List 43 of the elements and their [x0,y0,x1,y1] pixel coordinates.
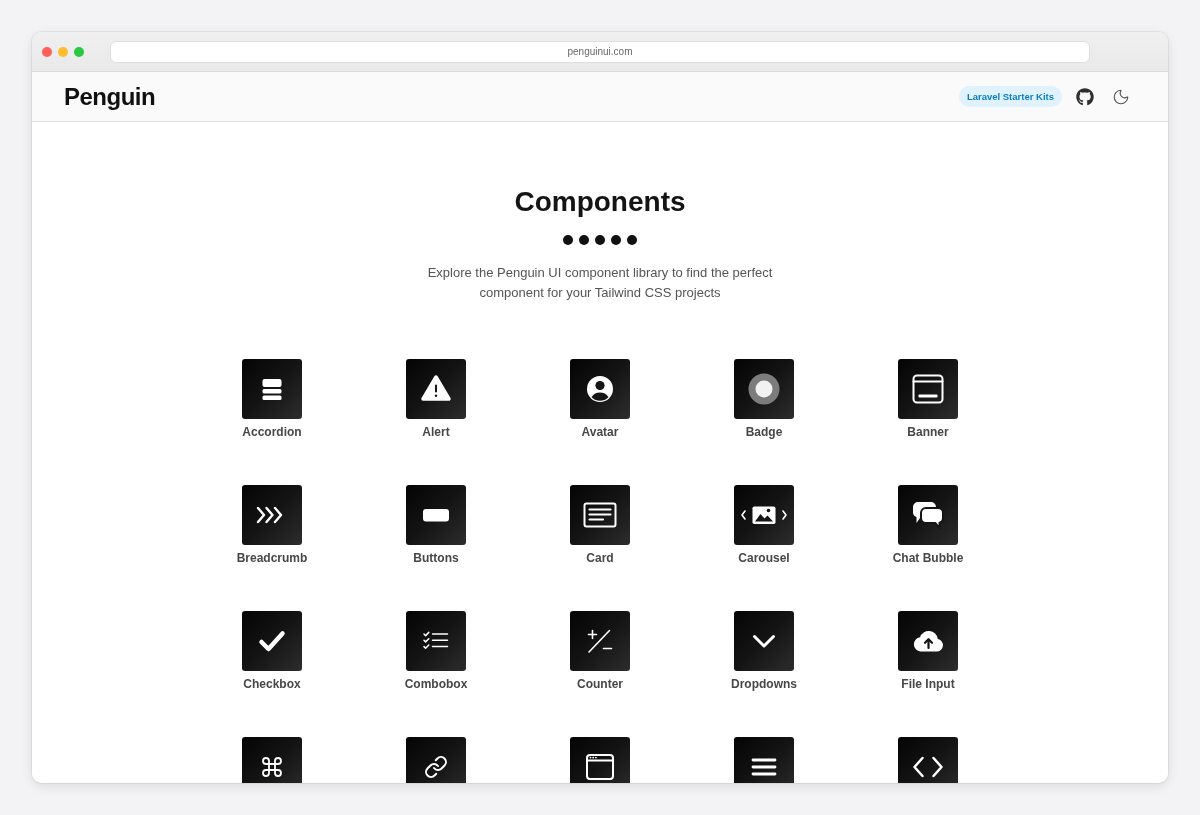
warning-icon [406,359,466,419]
component-link[interactable] [898,737,958,783]
image-carousel-icon [734,485,794,545]
user-icon [570,359,630,419]
github-icon[interactable] [1076,87,1094,106]
component-link[interactable]: Avatar [570,359,630,440]
component-link[interactable]: Card [570,485,630,566]
text-card-icon [570,485,630,545]
component-link[interactable]: Chat Bubble [892,485,964,566]
component-link[interactable]: Combobox [404,611,468,692]
checklist-icon [406,611,466,671]
component-link[interactable] [242,737,302,783]
dots-divider-icon [563,235,637,245]
page-title: Components [514,185,686,219]
panel-icon [898,359,958,419]
component-link[interactable]: Buttons [406,485,466,566]
check-icon [242,611,302,671]
component-link[interactable]: File Input [898,611,958,692]
address-bar[interactable]: penguinui.com [110,40,1090,63]
component-link[interactable] [406,737,466,783]
close-icon[interactable] [42,46,52,57]
chat-bubbles-icon [898,485,958,545]
chevrons-right-icon [242,485,302,545]
logo[interactable]: Penguin [64,81,156,112]
chevron-down-icon [734,611,794,671]
component-link[interactable] [734,737,794,783]
stacked-bars-icon [242,359,302,419]
cloud-upload-icon [898,611,958,671]
component-link[interactable]: Accordion [242,359,302,440]
component-link[interactable]: Checkbox [242,611,302,692]
component-link[interactable]: Badge [734,359,794,440]
component-link[interactable] [570,737,630,783]
component-link[interactable]: Counter [570,611,630,692]
moon-icon[interactable] [1112,87,1130,106]
component-link[interactable]: Breadcrumb [236,485,308,566]
component-link[interactable]: Alert [406,359,466,440]
component-link[interactable]: Carousel [734,485,794,566]
component-link[interactable]: Banner [898,359,958,440]
pill-icon [406,485,466,545]
plus-minus-icon [570,611,630,671]
component-link[interactable]: Dropdowns [731,611,797,692]
starter-kits-link[interactable]: Laravel Starter Kits [958,86,1062,107]
page-description: Explore the Penguin UI component library to find the perfect component for your Tailwind CSS projects [426,264,774,302]
